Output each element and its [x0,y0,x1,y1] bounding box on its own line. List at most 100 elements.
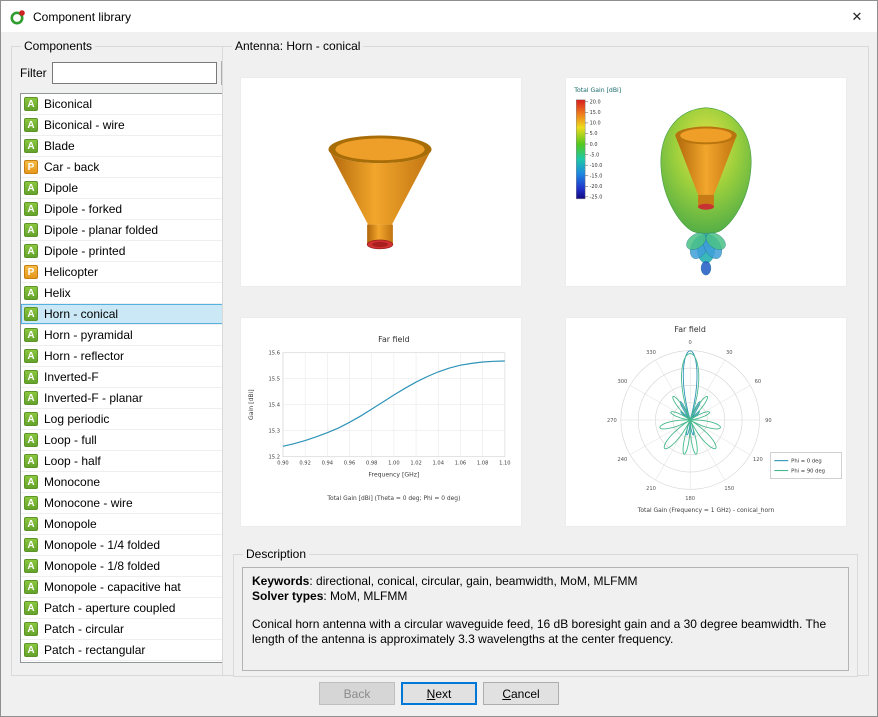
svg-text:Total Gain [dBi] (Theta = 0 de: Total Gain [dBi] (Theta = 0 deg; Phi = 0… [326,495,460,502]
svg-text:1.04: 1.04 [433,461,444,467]
list-item[interactable]: AMonocone [21,472,239,493]
antenna-icon: A [24,601,38,615]
svg-text:1.08: 1.08 [477,461,488,467]
antenna-icon: A [24,328,38,342]
list-item-label: Inverted-F - planar [44,391,143,405]
list-item[interactable]: ADipole - printed [21,241,239,262]
dialog-buttons: Back Next Cancel [1,682,877,705]
svg-text:0: 0 [689,340,692,346]
component-library-dialog: Component library ✕ Components Filter [0,0,878,717]
list-item-label: Inverted-F [44,370,99,384]
list-item-label: Monocone - wire [44,496,133,510]
list-item[interactable]: APatch - circular [21,619,239,640]
antenna-icon: A [24,517,38,531]
antenna-icon: A [24,223,38,237]
list-item-label: Dipole [44,181,78,195]
list-item-label: Monopole - 1/8 folded [44,559,160,573]
gain-3d-image: Total Gain [dBi]20.015.010.05.00.0-5.0-1… [565,77,847,287]
list-item-label: Monopole - capacitive hat [44,580,181,594]
svg-text:120: 120 [753,457,763,463]
list-item-label: Horn - reflector [44,349,124,363]
preview-legend: Antenna: Horn - conical [232,39,363,53]
svg-text:-15.0: -15.0 [590,174,603,180]
list-item[interactable]: A Dipole [21,178,239,199]
list-item[interactable]: ADipole - forked [21,199,239,220]
components-legend: Components [21,39,95,53]
list-item[interactable]: ABiconical - wire [21,115,239,136]
svg-text:10.0: 10.0 [590,121,601,127]
list-item[interactable]: APatch - rectangular [21,640,239,661]
list-item-label: Dipole - planar folded [44,223,158,237]
list-item-label: Helix [44,286,71,300]
platform-icon: P [24,160,38,174]
list-item-label: Horn - conical [44,307,118,321]
list-item[interactable]: A Monopole - 1/8 folded [21,556,239,577]
antenna-icon: A [24,118,38,132]
svg-text:15.5: 15.5 [269,377,280,383]
antenna-icon: A [24,643,38,657]
list-item[interactable]: A Monopole [21,514,239,535]
list-item[interactable]: A Inverted-F [21,367,239,388]
list-item-label: Dipole - printed [44,244,125,258]
antenna-icon: A [24,181,38,195]
svg-text:Gain [dBi]: Gain [dBi] [248,389,255,420]
svg-text:-20.0: -20.0 [590,184,603,190]
svg-text:Far field: Far field [378,335,410,344]
svg-text:1.10: 1.10 [499,461,510,467]
cancel-button[interactable]: Cancel [483,682,559,705]
svg-text:30: 30 [726,350,733,356]
list-item[interactable]: APatch - aperture coupled [21,598,239,619]
filter-input[interactable] [52,62,217,84]
keywords-line: Keywords: directional, conical, circular… [252,574,839,589]
list-item[interactable]: AHorn - reflector [21,346,239,367]
list-item[interactable]: PHelicopter [21,262,239,283]
list-item[interactable]: A Horn - pyramidal [21,325,239,346]
filter-label: Filter [20,66,48,80]
list-item[interactable]: A Monopole - 1/4 folded [21,535,239,556]
list-item[interactable]: AMonopole - capacitive hat [21,577,239,598]
antenna-icon: A [24,370,38,384]
list-item[interactable]: ALoop - half [21,451,239,472]
back-button[interactable]: Back [319,682,395,705]
list-item[interactable]: A Dipole - planar folded [21,220,239,241]
antenna-icon: A [24,496,38,510]
svg-text:15.2: 15.2 [269,455,280,461]
list-item-label: Horn - pyramidal [44,328,133,342]
list-item-label: Monocone [44,475,100,489]
list-item-label: Patch - circular [44,622,124,636]
list-item-label: Loop - full [44,433,97,447]
solver-types-line: Solver types: MoM, MLFMM [252,589,839,604]
antenna-icon: A [24,139,38,153]
list-item[interactable]: PCar - back [21,157,239,178]
svg-text:1.06: 1.06 [455,461,466,467]
app-icon [10,9,26,25]
list-item[interactable]: ALog periodic [21,409,239,430]
antenna-icon: A [24,286,38,300]
svg-text:180: 180 [685,496,695,502]
antenna-icon: A [24,538,38,552]
list-item-label: Monopole - 1/4 folded [44,538,160,552]
list-item[interactable]: ALoop - full [21,430,239,451]
svg-text:-5.0: -5.0 [590,152,600,158]
list-item-label: Blade [44,139,75,153]
svg-text:210: 210 [646,486,656,492]
svg-text:150: 150 [724,486,734,492]
platform-icon: P [24,265,38,279]
antenna-icon: A [24,307,38,321]
antenna-icon: A [24,391,38,405]
list-item[interactable]: A Helix [21,283,239,304]
farfield-line-chart: 0.900.920.940.960.981.001.021.041.061.08… [240,317,522,527]
list-item[interactable]: A Blade [21,136,239,157]
list-item[interactable]: A Monocone - wire [21,493,239,514]
antenna-icon: A [24,559,38,573]
list-item-label: Monopole [44,517,97,531]
close-button[interactable]: ✕ [837,1,877,32]
svg-text:0.96: 0.96 [344,461,355,467]
list-item[interactable]: A Inverted-F - planar [21,388,239,409]
titlebar: Component library ✕ [1,1,877,32]
description-body: Conical horn antenna with a circular wav… [252,617,839,647]
list-item[interactable]: A Horn - conical [21,304,239,325]
next-button[interactable]: Next [401,682,477,705]
list-item[interactable]: ABiconical [21,94,239,115]
svg-text:Far field: Far field [674,325,706,334]
